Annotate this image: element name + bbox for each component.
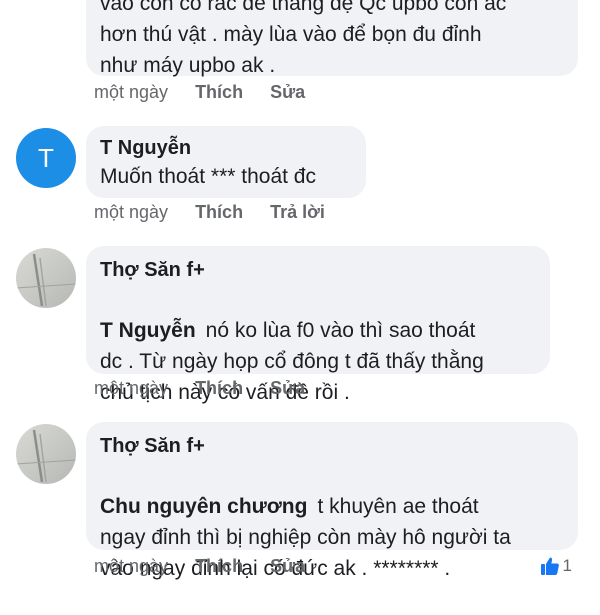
avatar-photo-image [16, 253, 76, 307]
comment-time: một ngày [94, 202, 169, 222]
comment-author[interactable]: T Nguyễn [100, 134, 352, 162]
like-button[interactable]: Thích [195, 82, 243, 103]
like-button[interactable]: Thích [195, 202, 243, 223]
comment-text: vào con có rác để thắng dẹ Qc upbo con á… [100, 0, 507, 77]
comment-actions: một ngày Thích Sửa [94, 82, 327, 103]
comment-bubble: Thợ Săn f+ T Nguyễn nó ko lùa f0 vào thì … [86, 246, 550, 404]
avatar-photo-image [16, 429, 76, 483]
edit-button[interactable]: Sửa [270, 556, 305, 577]
comment-actions: một ngày Thích Trả lời [94, 202, 347, 223]
avatar[interactable]: T [16, 128, 76, 188]
comment-bubble: vào con có rác để thắng dẹ Qc upbo con á… [86, 0, 578, 77]
like-button[interactable]: Thích [195, 556, 243, 577]
comment-text-first-line: nó ko lùa f0 vào thì sao thoát [205, 319, 476, 342]
comment-time: một ngày [94, 82, 169, 102]
mention-link[interactable]: T Nguyễn [100, 319, 196, 342]
comment-author[interactable]: Thợ Săn f+ [100, 432, 564, 460]
comment-time: một ngày [94, 556, 169, 576]
comment-text: Chu nguyên chương t khuyên ae thoát ngay … [100, 460, 564, 615]
avatar[interactable] [16, 248, 76, 308]
comment-bubble: T Nguyễn Muốn thoát *** thoát đc [86, 126, 366, 198]
comment-text-first-line: t khuyên ae thoát [317, 495, 479, 518]
comment-actions: một ngày Thích Sửa [94, 556, 327, 577]
comment-text: T Nguyễn nó ko lùa f0 vào thì sao thoát d… [100, 284, 536, 439]
like-button[interactable]: Thích [195, 378, 243, 399]
comment-author[interactable]: Thợ Săn f+ [100, 256, 536, 284]
reply-button[interactable]: Trả lời [270, 202, 325, 223]
edit-button[interactable]: Sửa [270, 82, 305, 103]
comment-time: một ngày [94, 378, 169, 398]
reaction-badge[interactable]: 1 [540, 556, 572, 576]
reaction-count: 1 [562, 556, 572, 575]
thumbs-up-icon [540, 557, 559, 575]
comment-actions: một ngày Thích Sửa [94, 378, 327, 399]
avatar[interactable] [16, 424, 76, 484]
mention-link[interactable]: Chu nguyên chương [100, 495, 307, 518]
avatar-letter: T [38, 142, 54, 173]
comment-text: Muốn thoát *** thoát đc [100, 165, 316, 188]
edit-button[interactable]: Sửa [270, 378, 305, 399]
comment-bubble: Thợ Săn f+ Chu nguyên chương t khuyên ae … [86, 422, 578, 580]
